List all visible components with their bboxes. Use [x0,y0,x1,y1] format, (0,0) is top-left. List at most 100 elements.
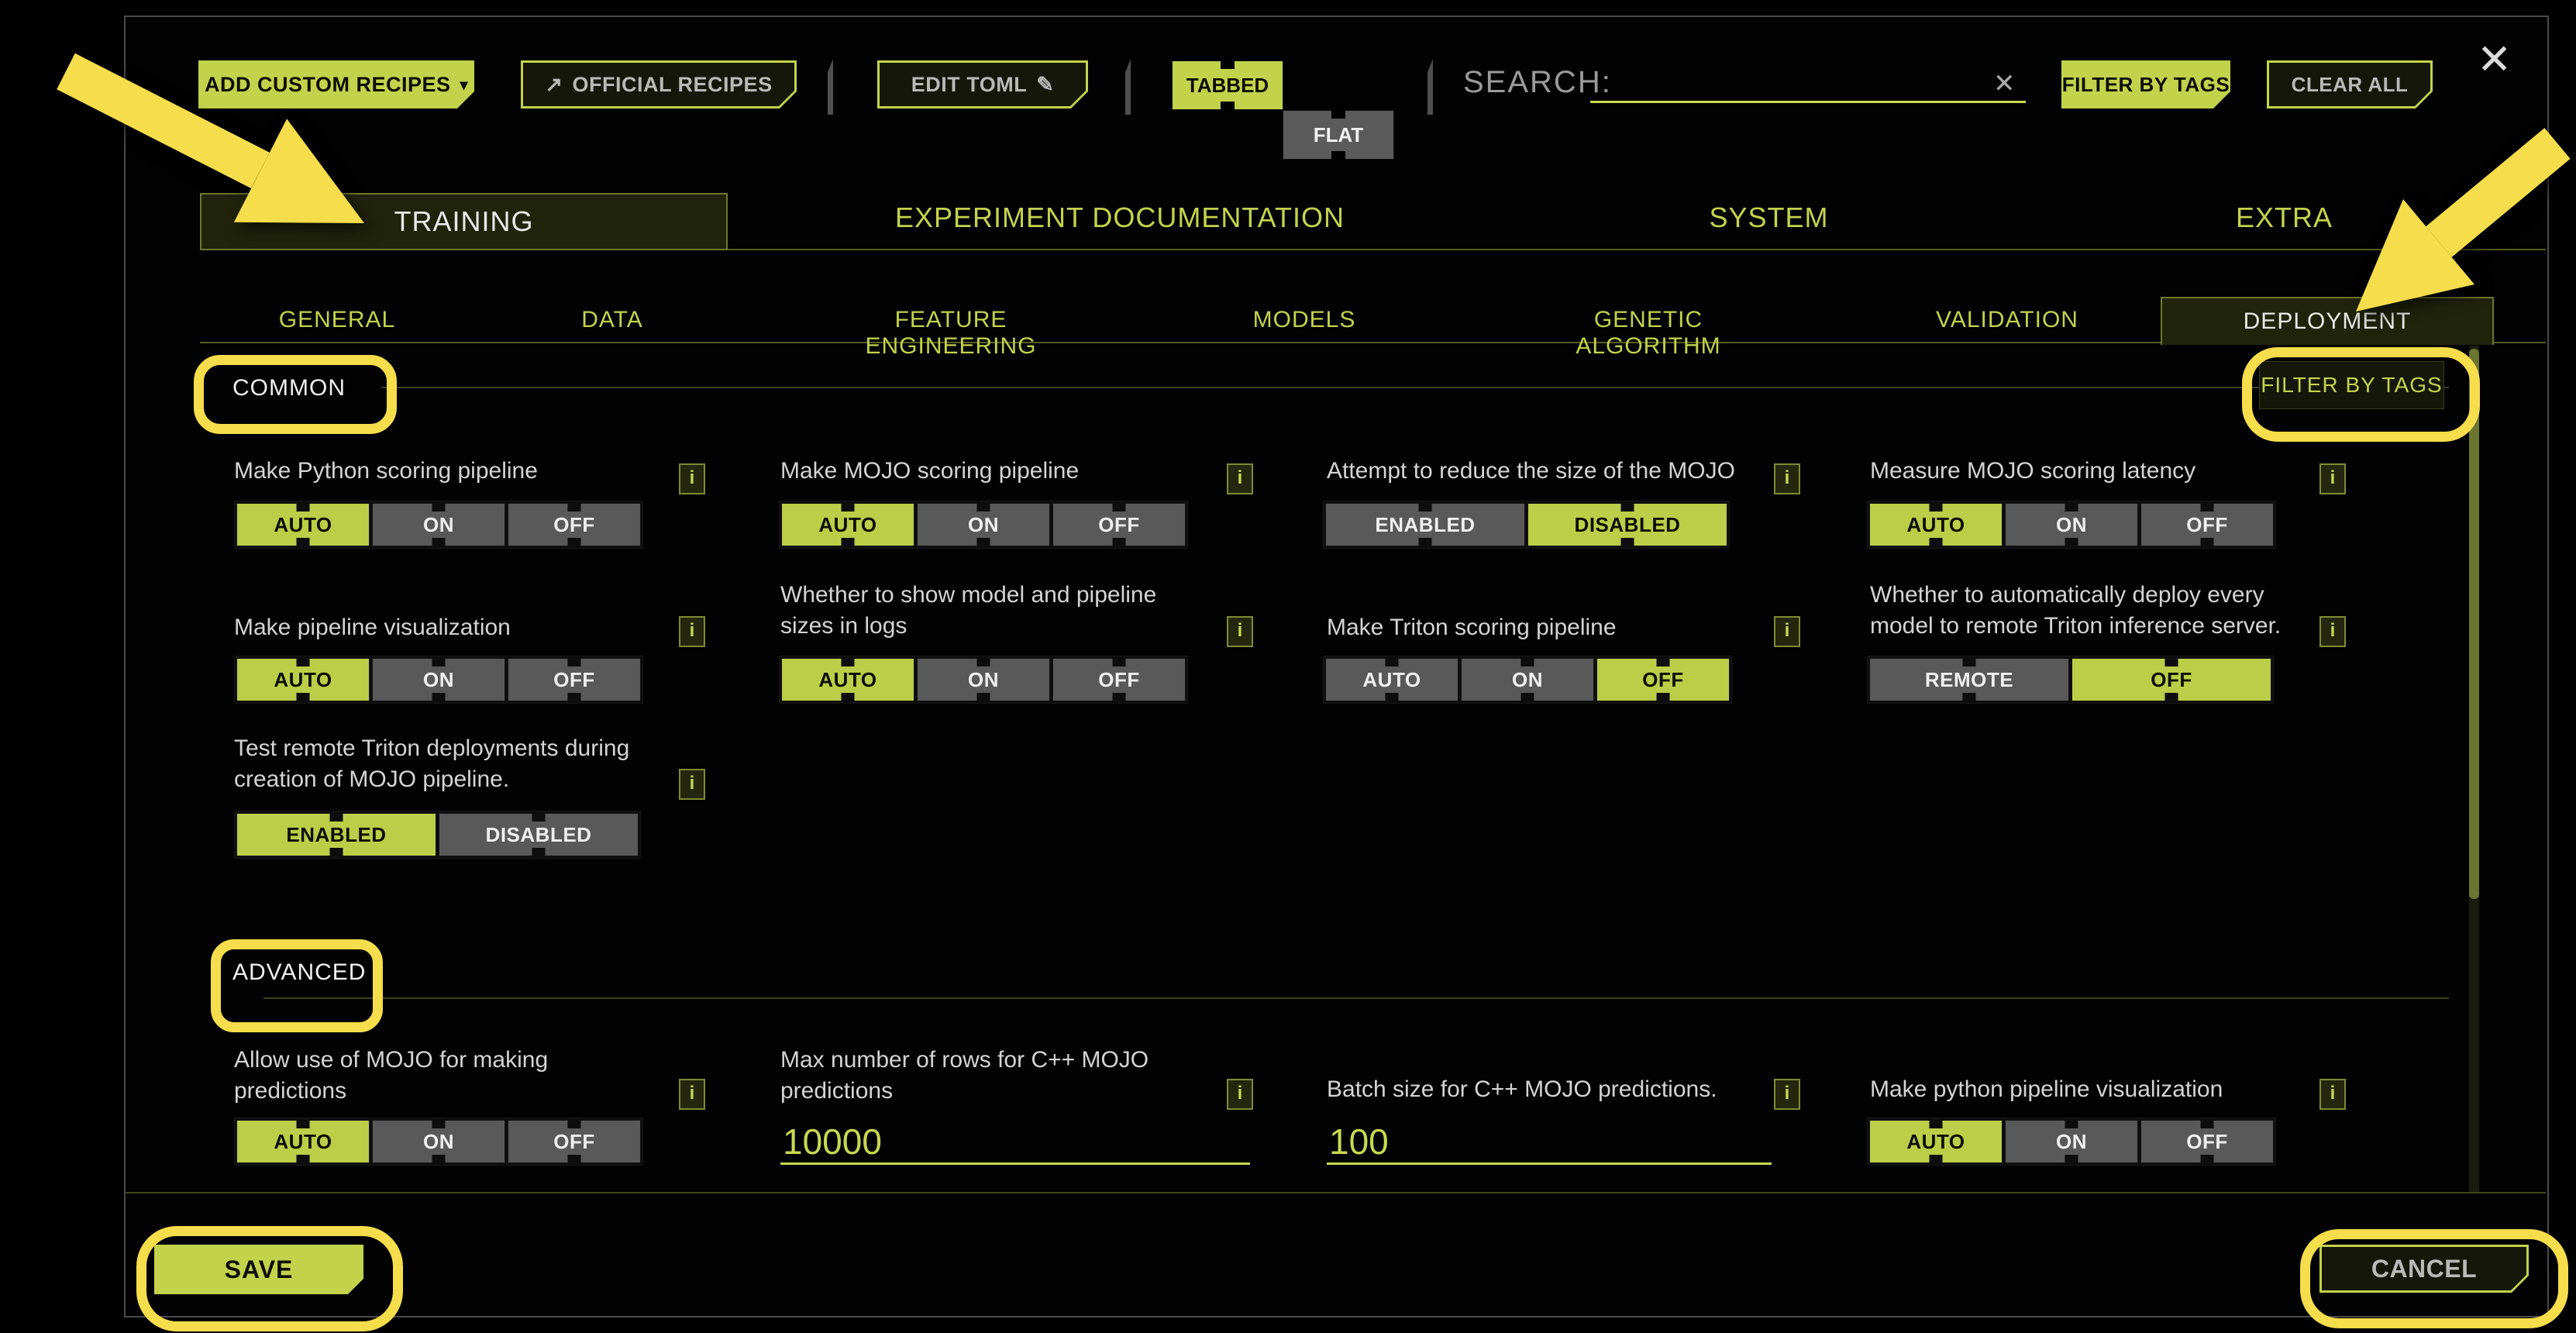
toggle-option-auto[interactable]: AUTO [236,503,370,546]
search-underline [1590,101,2026,103]
info-icon[interactable]: i [1227,616,1253,647]
subtab-genetic-algorithm[interactable]: GENETIC ALGORITHM [1532,307,1765,360]
close-icon[interactable]: ✕ [2477,39,2512,81]
search-input[interactable] [1590,68,1993,99]
edit-toml-button[interactable]: EDIT TOML ✎ [877,60,1088,108]
info-icon[interactable]: i [1774,1079,1800,1110]
toggle-option-off[interactable]: OFF [2140,503,2274,546]
toggle-option-enabled[interactable]: ENABLED [236,813,436,856]
subtab-models[interactable]: MODELS [1227,307,1382,333]
toggle-option-off[interactable]: OFF [1052,658,1186,701]
toggle-option-off[interactable]: OFF [508,658,641,701]
tab-training[interactable]: TRAINING [200,193,728,250]
info-icon[interactable]: i [2319,463,2346,494]
official-recipes-button[interactable]: ↗ OFFICIAL RECIPES [521,60,797,108]
toggle-option-auto[interactable]: AUTO [781,658,914,701]
toggle-option-auto[interactable]: AUTO [781,503,914,546]
toggle-option-off[interactable]: OFF [508,503,641,546]
filter-by-tags-panel-button[interactable]: FILTER BY TAGS [2259,361,2444,409]
subtab-deployment[interactable]: DEPLOYMENT [2161,297,2494,345]
clear-all-button[interactable]: CLEAR ALL [2267,60,2433,108]
toggle-option-on[interactable]: ON [372,658,505,701]
tab-system-label: SYSTEM [1709,202,1828,233]
info-icon[interactable]: i [1227,1079,1253,1110]
flat-label: FLAT [1314,123,1364,147]
info-icon[interactable]: i [1227,463,1253,494]
max-rows-mojo-underline [780,1162,1250,1165]
toggle-option-auto[interactable]: AUTO [1869,503,2003,546]
cancel-button-label: CANCEL [2371,1255,2477,1283]
toggle-option-enabled[interactable]: ENABLED [1325,503,1525,546]
tab-experiment-documentation[interactable]: EXPERIMENT DOCUMENTATION [725,202,1515,234]
subtab-data[interactable]: DATA [535,307,690,333]
save-button[interactable]: SAVE [154,1245,363,1294]
common-divider [381,387,2449,388]
toggle-make-python-pipeline-visualization: AUTO ON OFF [1867,1118,2276,1166]
subtab-general[interactable]: GENERAL [260,307,415,333]
save-button-label: SAVE [225,1256,294,1284]
toggle-option-off[interactable]: OFF [508,1120,641,1163]
section-common-title: COMMON [232,375,346,401]
subtabs-bottom-border [200,342,2161,343]
info-icon[interactable]: i [679,769,705,800]
setting-label: Make pipeline visualization [234,612,668,643]
add-custom-recipes-button[interactable]: ADD CUSTOM RECIPES ▾ [198,60,474,108]
subtab-data-label: DATA [581,307,643,332]
toggle-measure-mojo-latency: AUTO ON OFF [1867,501,2276,549]
subtab-feature-engineering-label: FEATURE ENGINEERING [865,307,1036,359]
setting-label: Max number of rows for C++ MOJO predicti… [780,1045,1168,1107]
view-toggle-flat[interactable]: FLAT [1283,110,1394,160]
toggle-make-python-scoring-pipeline: AUTO ON OFF [234,501,643,549]
add-custom-recipes-label: ADD CUSTOM RECIPES [205,73,451,97]
subtab-validation-label: VALIDATION [1936,307,2078,332]
toggle-option-auto[interactable]: AUTO [1869,1120,2003,1163]
toggle-option-remote[interactable]: REMOTE [1869,658,2069,701]
toggle-option-on[interactable]: ON [2005,503,2138,546]
tab-system[interactable]: SYSTEM [1515,202,2023,234]
toggle-option-auto[interactable]: AUTO [1325,658,1458,701]
cancel-button[interactable]: CANCEL [2319,1245,2529,1293]
toggle-allow-mojo-predictions: AUTO ON OFF [234,1118,643,1166]
toggle-option-disabled[interactable]: DISABLED [439,813,639,856]
toggle-option-on[interactable]: ON [1461,658,1594,701]
toggle-reduce-mojo-size: ENABLED DISABLED [1323,501,1730,549]
info-icon[interactable]: i [2319,1079,2346,1110]
toggle-option-off[interactable]: OFF [1052,503,1186,546]
setting-label: Batch size for C++ MOJO predictions. [1327,1074,1761,1105]
batch-size-mojo-input[interactable]: 100 [1329,1121,1389,1162]
view-toggle-tabbed[interactable]: TABBED [1172,60,1283,110]
subtab-validation[interactable]: VALIDATION [1910,307,2104,333]
toggle-option-auto[interactable]: AUTO [236,1120,370,1163]
tab-experiment-documentation-label: EXPERIMENT DOCUMENTATION [895,202,1345,233]
max-rows-mojo-input[interactable]: 10000 [783,1121,882,1162]
toggle-make-triton-scoring-pipeline: AUTO ON OFF [1323,656,1732,704]
toggle-option-off[interactable]: OFF [1596,658,1730,701]
subtab-feature-engineering[interactable]: FEATURE ENGINEERING [835,307,1067,360]
toggle-make-mojo-scoring-pipeline: AUTO ON OFF [779,501,1188,549]
toggle-option-on[interactable]: ON [372,503,505,546]
toggle-option-off[interactable]: OFF [2140,1120,2274,1163]
scrollbar-thumb[interactable] [2469,349,2479,899]
pencil-icon: ✎ [1036,73,1054,97]
toggle-option-disabled[interactable]: DISABLED [1527,503,1727,546]
info-icon[interactable]: i [679,463,705,494]
setting-label: Make Triton scoring pipeline [1327,612,1761,643]
filter-by-tags-toolbar-button[interactable]: FILTER BY TAGS [2061,60,2230,108]
toggle-option-on[interactable]: ON [917,503,1050,546]
search-clear-icon[interactable]: ✕ [1993,68,2016,99]
toggle-option-on[interactable]: ON [2005,1120,2138,1163]
info-icon[interactable]: i [1774,616,1800,647]
tab-extra[interactable]: EXTRA [2023,202,2546,234]
toggle-option-on[interactable]: ON [372,1120,505,1163]
toggle-option-auto[interactable]: AUTO [236,658,370,701]
info-icon[interactable]: i [679,1079,705,1110]
info-icon[interactable]: i [1774,463,1800,494]
subtabs-bottom-border-right [2494,342,2546,343]
toggle-option-on[interactable]: ON [917,658,1050,701]
batch-size-mojo-underline [1327,1162,1772,1165]
info-icon[interactable]: i [679,616,705,647]
filter-by-tags-label: FILTER BY TAGS [2062,73,2230,97]
setting-label: Make python pipeline visualization [1870,1074,2304,1105]
info-icon[interactable]: i [2319,616,2346,647]
toggle-option-off[interactable]: OFF [2071,658,2271,701]
